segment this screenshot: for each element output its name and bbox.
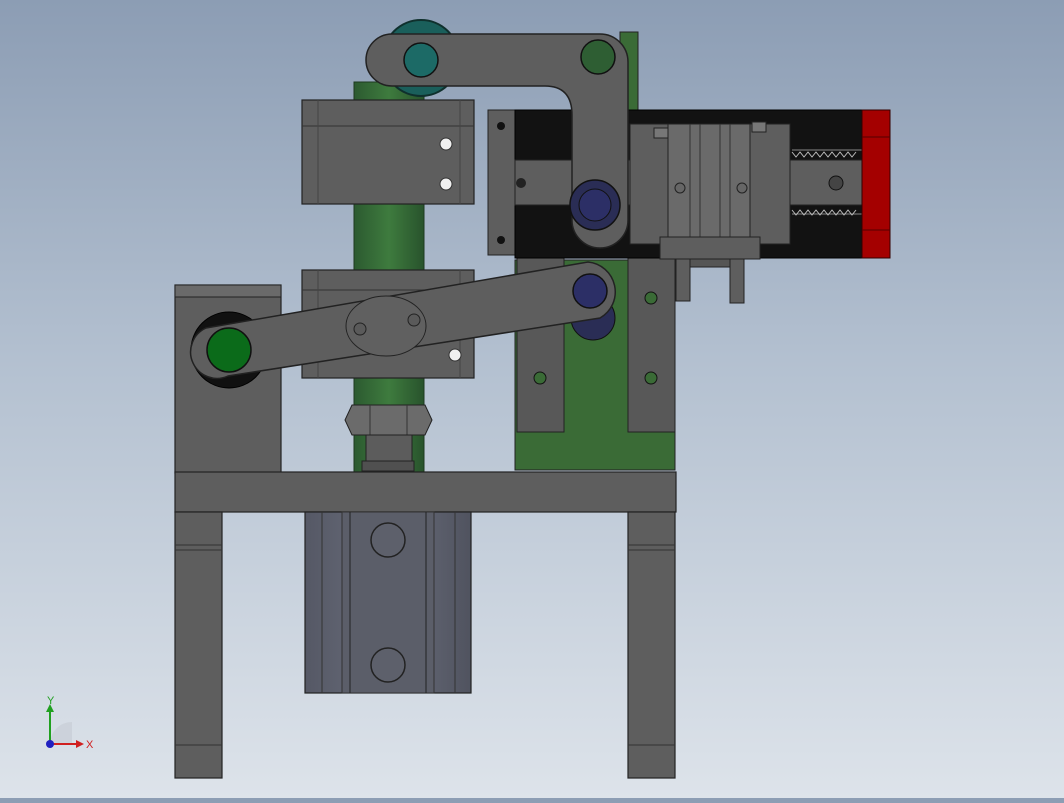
base-frame [174, 471, 677, 513]
left-leg [174, 511, 223, 779]
x-axis-label: X [86, 739, 94, 751]
right-leg [627, 511, 676, 779]
cad-viewport[interactable]: Y X [0, 0, 1064, 798]
upper-clamp-block [301, 99, 475, 205]
red-end-cap [861, 109, 891, 259]
x-arrow-icon [76, 740, 84, 748]
z-axis-icon [46, 740, 54, 748]
cad-model[interactable] [0, 0, 1064, 798]
view-triad: Y X [36, 695, 106, 760]
y-axis-label: Y [47, 696, 55, 707]
air-cylinder [304, 511, 472, 694]
